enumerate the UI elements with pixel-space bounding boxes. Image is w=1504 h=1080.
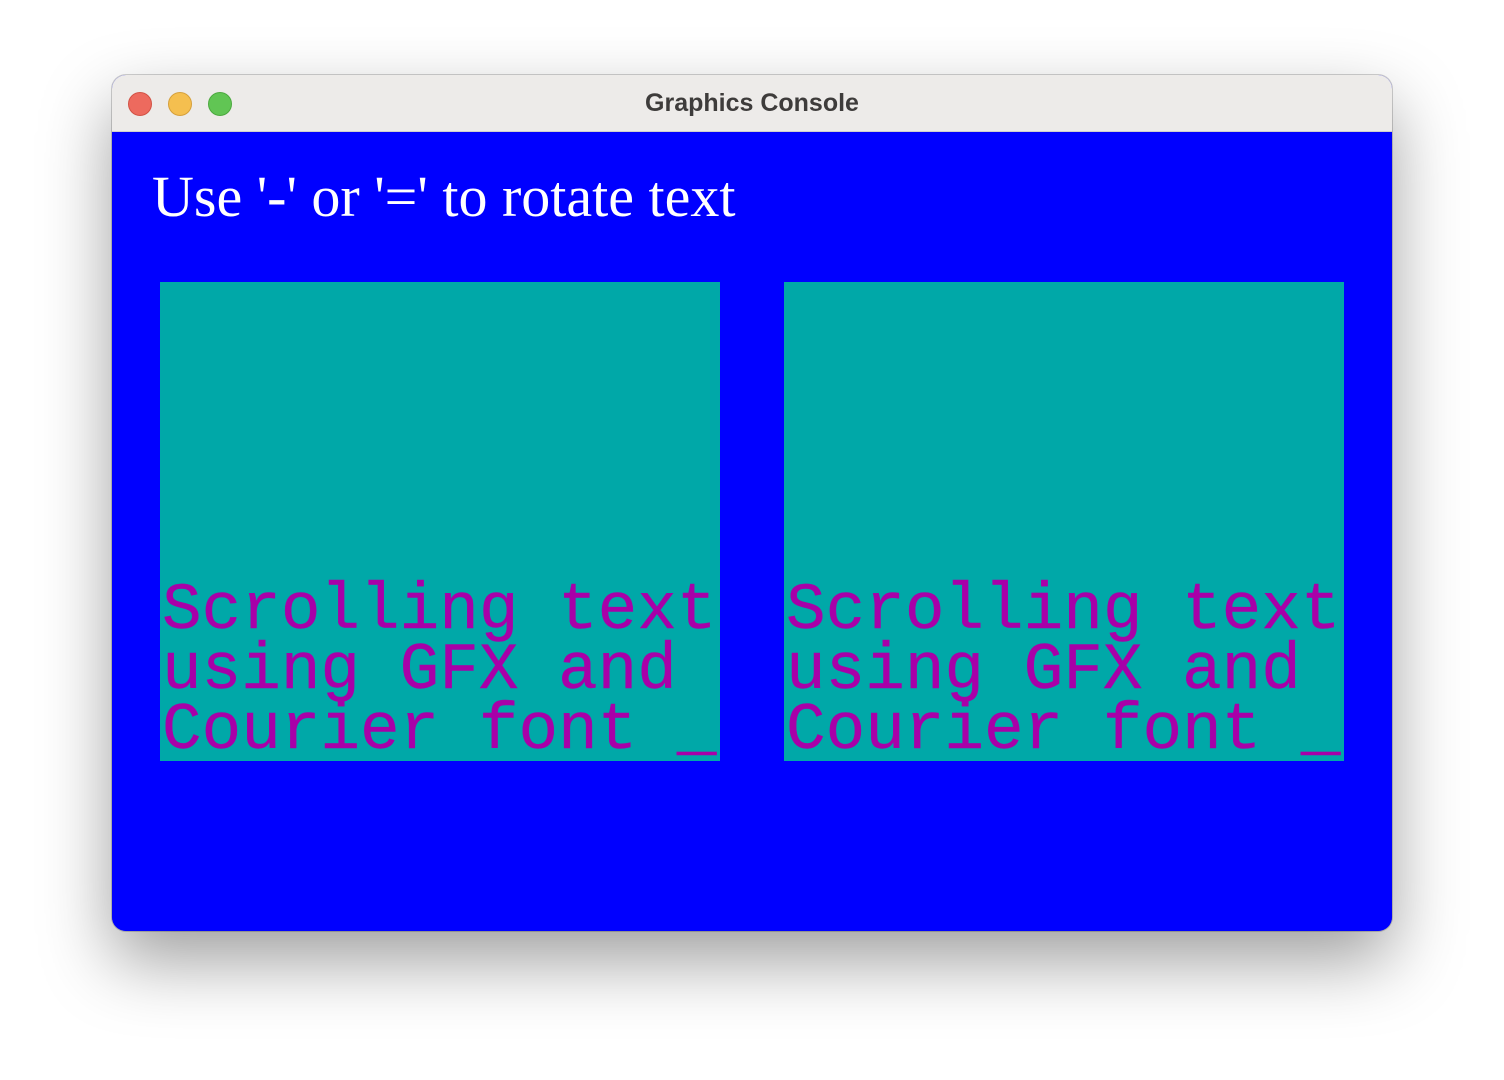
- scroll-line: using GFX and: [162, 633, 677, 708]
- scrolling-text-lines: Scrolling text using GFX and Courier fon…: [162, 573, 720, 761]
- scroll-line: Scrolling text: [162, 573, 717, 648]
- scrolling-text-panel-right: Scrolling text using GFX and Courier fon…: [784, 282, 1344, 761]
- scroll-line: Courier font _: [162, 693, 717, 761]
- rotate-instruction-text: Use '-' or '=' to rotate text: [152, 164, 736, 229]
- scroll-line: Courier font _: [786, 693, 1341, 761]
- scrolling-text-panel-left: Scrolling text using GFX and Courier fon…: [160, 282, 720, 761]
- window-title: Graphics Console: [645, 89, 859, 117]
- scroll-line: Scrolling text: [786, 573, 1341, 648]
- graphics-canvas[interactable]: Use '-' or '=' to rotate text Scrolling …: [112, 132, 1392, 931]
- desktop: Graphics Console Use '-' or '=' to rotat…: [0, 0, 1504, 1080]
- scroll-line: using GFX and: [786, 633, 1301, 708]
- graphics-console-window: Graphics Console Use '-' or '=' to rotat…: [112, 75, 1392, 931]
- title-bar[interactable]: Graphics Console: [112, 75, 1392, 132]
- scrolling-text-lines: Scrolling text using GFX and Courier fon…: [786, 573, 1344, 761]
